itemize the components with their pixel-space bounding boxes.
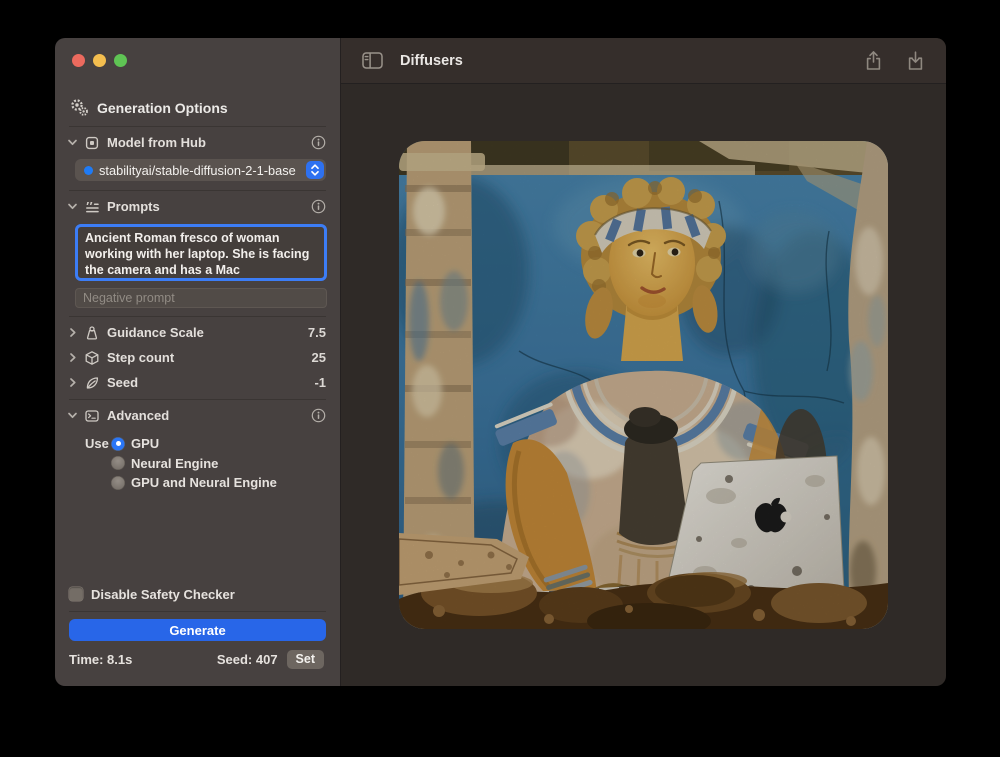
terminal-icon [84, 408, 100, 424]
chevron-right-icon [67, 327, 78, 338]
scale-weight-icon [84, 325, 100, 341]
param-value: -1 [314, 375, 326, 390]
prompt-input[interactable]: Ancient Roman fresco of woman working wi… [75, 224, 327, 281]
main-pane: Diffusers [341, 38, 946, 686]
sidebar-title: Generation Options [97, 100, 228, 116]
radio-gpu[interactable] [111, 437, 125, 451]
guidance-scale-row[interactable]: Guidance Scale 7.5 [67, 320, 326, 345]
model-section-row[interactable]: Model from Hub [67, 133, 326, 152]
chip-icon [84, 135, 100, 151]
compute-unit-group: Use GPU Neural Engine GPU and Neural Eng… [85, 434, 326, 493]
divider [69, 316, 326, 317]
info-icon[interactable] [311, 408, 326, 423]
safety-checkbox-label: Disable Safety Checker [91, 587, 235, 602]
chevron-down-icon [67, 137, 78, 148]
radio-label: GPU and Neural Engine [131, 475, 277, 490]
fresco-illustration [399, 141, 888, 629]
set-seed-button[interactable]: Set [287, 650, 324, 669]
seed-row[interactable]: Seed -1 [67, 370, 326, 395]
radio-label: GPU [131, 436, 159, 451]
radio-gpu-and-neural-engine[interactable] [111, 476, 125, 490]
info-icon[interactable] [311, 199, 326, 214]
advanced-section-row[interactable]: Advanced [67, 406, 326, 425]
window-title: Diffusers [400, 53, 463, 69]
param-label: Seed [107, 375, 138, 390]
image-canvas [341, 84, 946, 686]
chevron-down-icon [67, 201, 78, 212]
traffic-lights [55, 38, 340, 67]
stepper-icon [306, 161, 324, 179]
prompts-section-row[interactable]: Prompts [67, 197, 326, 216]
gears-icon [70, 98, 89, 117]
close-button[interactable] [72, 54, 85, 67]
model-select[interactable]: stabilityai/stable-diffusion-2-1-base [75, 159, 326, 181]
minimize-button[interactable] [93, 54, 106, 67]
info-icon[interactable] [311, 135, 326, 150]
zoom-button[interactable] [114, 54, 127, 67]
cube-icon [84, 350, 100, 366]
divider [69, 399, 326, 400]
radio-neural-engine[interactable] [111, 456, 125, 470]
negative-prompt-input[interactable] [75, 288, 327, 308]
use-label: Use [85, 436, 111, 451]
model-select-value: stabilityai/stable-diffusion-2-1-base [99, 163, 306, 178]
chevron-right-icon [67, 377, 78, 388]
share-icon[interactable] [864, 50, 883, 71]
save-icon[interactable] [906, 50, 925, 71]
advanced-section-label: Advanced [107, 408, 169, 423]
radio-label: Neural Engine [131, 456, 218, 471]
generated-image[interactable] [399, 141, 888, 629]
divider [69, 190, 326, 191]
prompts-section-label: Prompts [107, 199, 160, 214]
disable-safety-checkbox[interactable] [69, 587, 83, 601]
safety-checker-row: Disable Safety Checker [69, 585, 326, 603]
chevron-right-icon [67, 352, 78, 363]
param-label: Guidance Scale [107, 325, 204, 340]
time-status: Time: 8.1s [69, 652, 132, 667]
model-section-label: Model from Hub [107, 135, 206, 150]
text-quote-icon [84, 199, 100, 215]
step-count-row[interactable]: Step count 25 [67, 345, 326, 370]
chevron-down-icon [67, 410, 78, 421]
param-label: Step count [107, 350, 174, 365]
sidebar-toggle-icon[interactable] [362, 52, 383, 69]
generate-button[interactable]: Generate [69, 619, 326, 641]
model-status-dot [84, 166, 93, 175]
param-value: 7.5 [308, 325, 326, 340]
divider [69, 611, 326, 612]
generation-options-header: Generation Options [70, 98, 326, 117]
param-value: 25 [312, 350, 326, 365]
app-window: Generation Options Model from Hub stabil… [55, 38, 946, 686]
main-titlebar: Diffusers [341, 38, 946, 84]
divider [69, 126, 326, 127]
seed-status: Seed: 407 [217, 652, 278, 667]
leaf-icon [84, 375, 100, 391]
status-bar: Time: 8.1s Seed: 407 Set [69, 649, 324, 669]
sidebar: Generation Options Model from Hub stabil… [55, 38, 341, 686]
